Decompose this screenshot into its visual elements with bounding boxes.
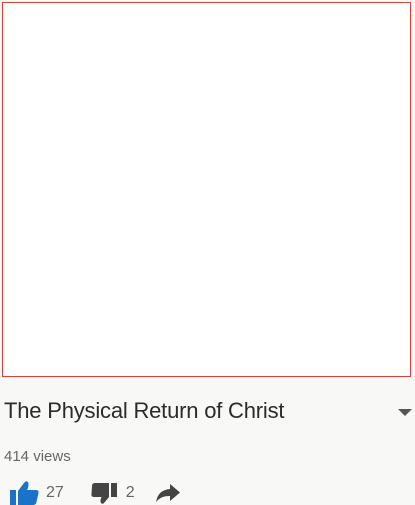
like-count: 27 xyxy=(46,483,64,501)
video-page: The Physical Return of Christ 414 views … xyxy=(0,0,415,505)
dislike-count: 2 xyxy=(125,483,135,501)
share-button[interactable] xyxy=(155,483,181,503)
like-button[interactable]: 27 xyxy=(8,480,64,505)
chevron-down-icon[interactable] xyxy=(398,409,412,416)
share-arrow-icon xyxy=(155,483,180,502)
video-player[interactable] xyxy=(2,2,411,377)
title-row: The Physical Return of Christ xyxy=(0,395,415,431)
thumbs-down-icon xyxy=(91,482,117,504)
action-bar: 27 2 xyxy=(8,480,181,505)
video-title: The Physical Return of Christ xyxy=(4,398,285,423)
thumbs-up-icon xyxy=(10,480,39,505)
dislike-button[interactable]: 2 xyxy=(90,482,135,504)
view-count: 414 views xyxy=(4,448,71,465)
